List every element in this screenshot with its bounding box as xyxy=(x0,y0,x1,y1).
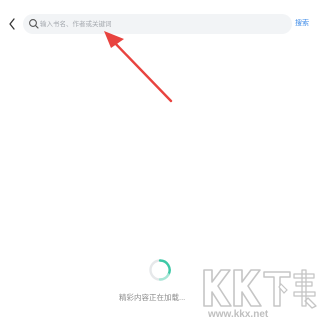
search-input[interactable] xyxy=(40,15,285,33)
search-button[interactable]: 搜索 xyxy=(295,18,309,30)
search-icon xyxy=(29,19,39,29)
search-box[interactable] xyxy=(23,14,292,34)
watermark-url: www.kkx.net xyxy=(208,309,269,320)
back-button[interactable] xyxy=(2,13,22,35)
top-bar: 搜索 xyxy=(0,0,320,46)
loading-text: 精彩内容正在加载... xyxy=(119,293,186,302)
loading-spinner-icon xyxy=(149,259,171,281)
chevron-left-icon xyxy=(9,18,15,30)
